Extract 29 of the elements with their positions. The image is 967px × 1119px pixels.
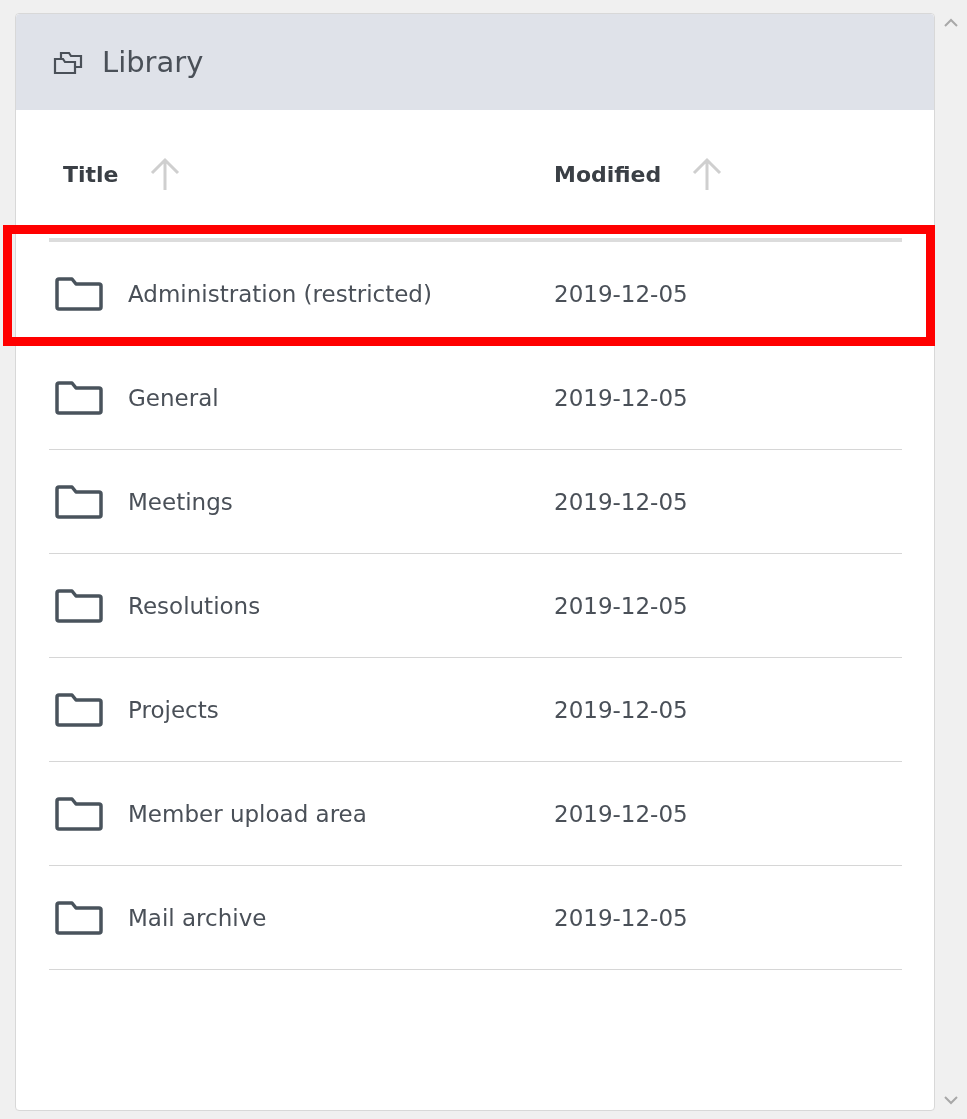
folder-icon	[54, 380, 104, 415]
folder-name[interactable]: General	[128, 384, 219, 411]
modified-date: 2019-12-05	[554, 384, 689, 411]
sort-up-icon[interactable]	[148, 157, 181, 191]
folder-icon	[54, 900, 104, 935]
scroll-down-icon[interactable]	[944, 1096, 958, 1105]
folder-name[interactable]: Resolutions	[128, 592, 261, 619]
folder-icon	[54, 276, 104, 311]
folder-name[interactable]: Meetings	[128, 488, 233, 515]
sort-up-icon[interactable]	[691, 157, 724, 191]
modified-date: 2019-12-05	[554, 696, 689, 723]
folder-name[interactable]: Mail archive	[128, 904, 267, 931]
modified-date: 2019-12-05	[554, 800, 689, 827]
folders-icon	[52, 49, 84, 75]
scroll-up-icon[interactable]	[944, 18, 958, 27]
folder-icon	[54, 796, 104, 831]
folder-icon	[54, 692, 104, 727]
folder-icon	[54, 484, 104, 519]
folder-name[interactable]: Member upload area	[128, 800, 367, 827]
modified-date: 2019-12-05	[554, 488, 689, 515]
column-header[interactable]: Title	[63, 161, 119, 187]
panel-title: Library	[102, 45, 204, 79]
folder-name[interactable]: Administration (restricted)	[128, 280, 432, 307]
modified-date: 2019-12-05	[554, 904, 689, 931]
modified-date: 2019-12-05	[554, 592, 689, 619]
modified-date: 2019-12-05	[554, 280, 689, 307]
folder-name[interactable]: Projects	[128, 696, 219, 723]
column-header[interactable]: Modified	[554, 161, 662, 187]
folder-icon	[54, 588, 104, 623]
